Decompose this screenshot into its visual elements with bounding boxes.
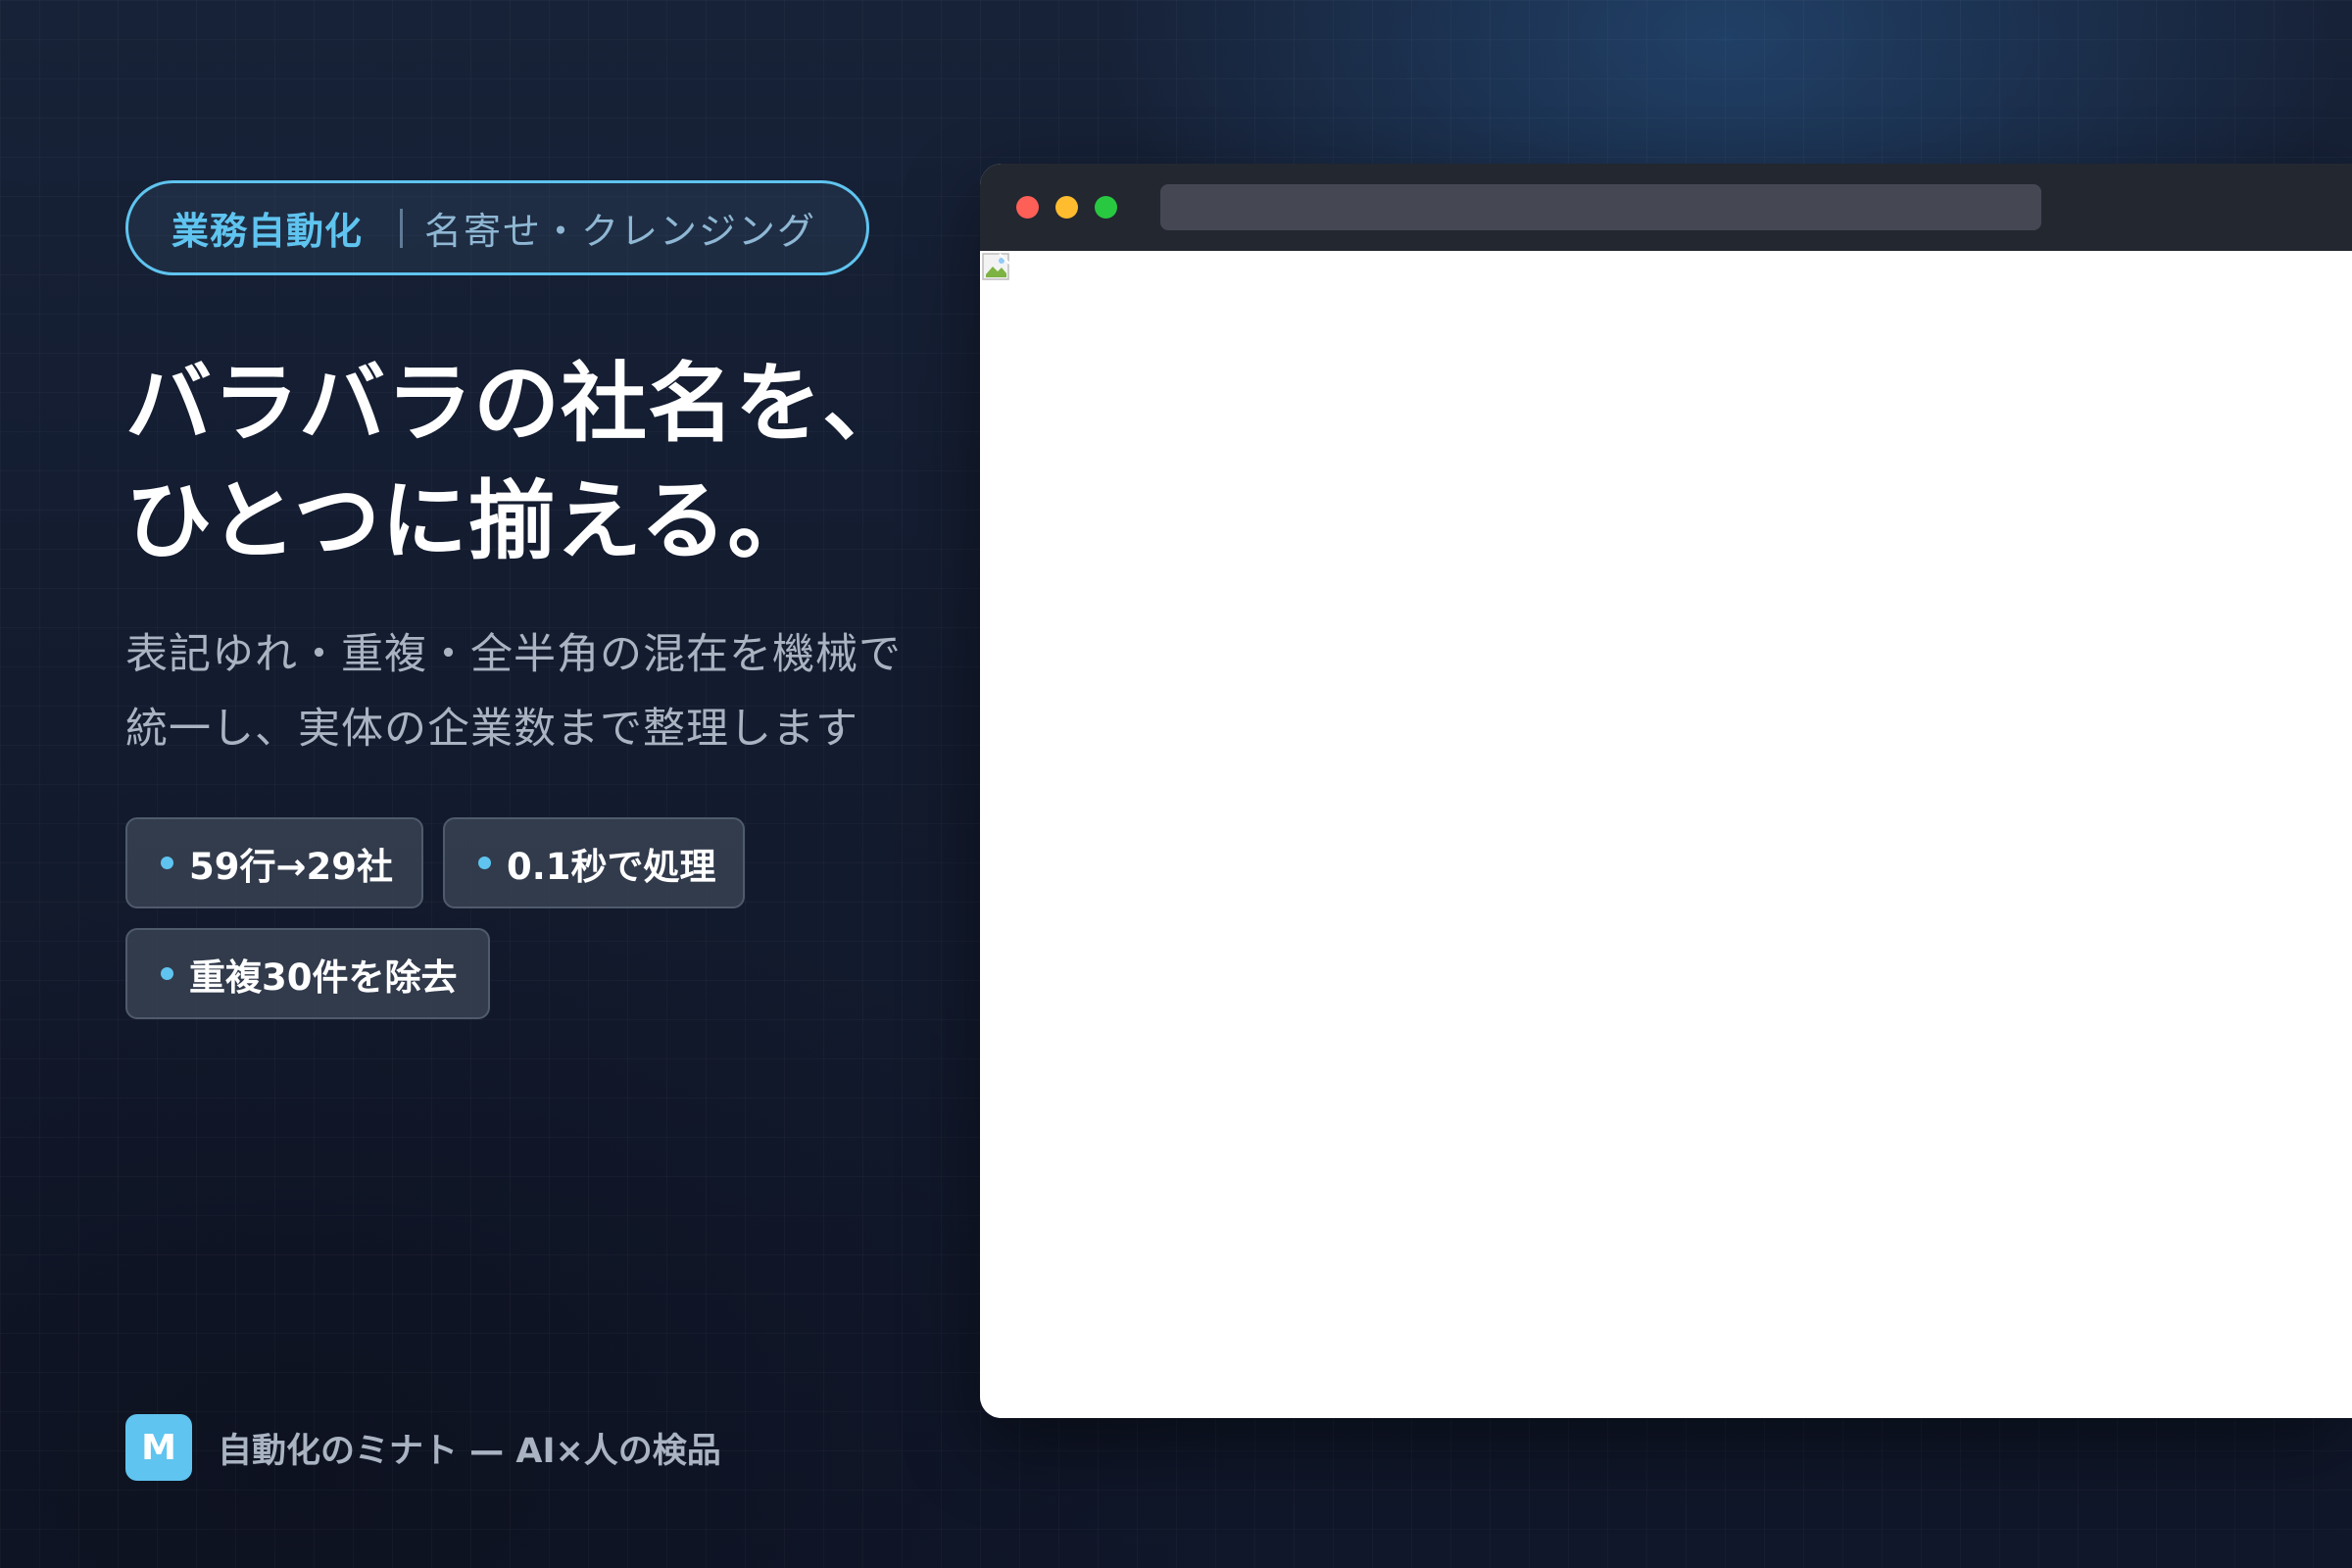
window-maximize-dot-icon xyxy=(1095,196,1117,219)
headline-line-2: ひとつに揃える。 xyxy=(125,470,815,571)
stat-chip-label: 59行→29社 xyxy=(189,845,393,888)
brand-tagline: 自動化のミナト — AI×人の検品 xyxy=(218,1431,721,1471)
dot-icon xyxy=(161,857,173,869)
stat-chip-duplicates: 重複30件を除去 xyxy=(125,928,490,1019)
address-bar xyxy=(1160,184,2041,230)
window-minimize-dot-icon xyxy=(1055,196,1078,219)
broken-image-icon xyxy=(982,253,1011,282)
tag-primary-label: 業務自動化 xyxy=(172,210,364,253)
stat-chip-speed: 0.1秒で処理 xyxy=(443,817,745,908)
headline-line-1: バラバラの社名を、 xyxy=(125,353,910,454)
tag-divider xyxy=(400,208,404,248)
dot-icon xyxy=(478,857,491,869)
category-tag: 業務自動化 名寄せ・クレンジング xyxy=(125,180,869,275)
browser-mockup xyxy=(980,164,2352,1418)
browser-title-bar xyxy=(980,164,2352,251)
browser-viewport xyxy=(980,251,2352,1418)
description-line-1: 表記ゆれ・重複・全半角の混在を機械で xyxy=(125,630,902,679)
description-line-2: 統一し、実体の企業数まで整理します xyxy=(125,705,858,754)
stat-chip-rows: 59行→29社 xyxy=(125,817,423,908)
page-headline: バラバラの社名を、 ひとつに揃える。 xyxy=(125,345,929,580)
window-close-dot-icon xyxy=(1016,196,1039,219)
brand-footer: M 自動化のミナト — AI×人の検品 xyxy=(125,1414,721,1481)
stat-chip-label: 重複30件を除去 xyxy=(189,956,458,999)
brand-logo-icon: M xyxy=(125,1414,192,1481)
tag-secondary-label: 名寄せ・クレンジング xyxy=(424,210,817,253)
dot-icon xyxy=(161,967,173,980)
page-description: 表記ゆれ・重複・全半角の混在を機械で 統一し、実体の企業数まで整理します xyxy=(125,617,929,766)
stat-chip-label: 0.1秒で処理 xyxy=(507,845,716,888)
